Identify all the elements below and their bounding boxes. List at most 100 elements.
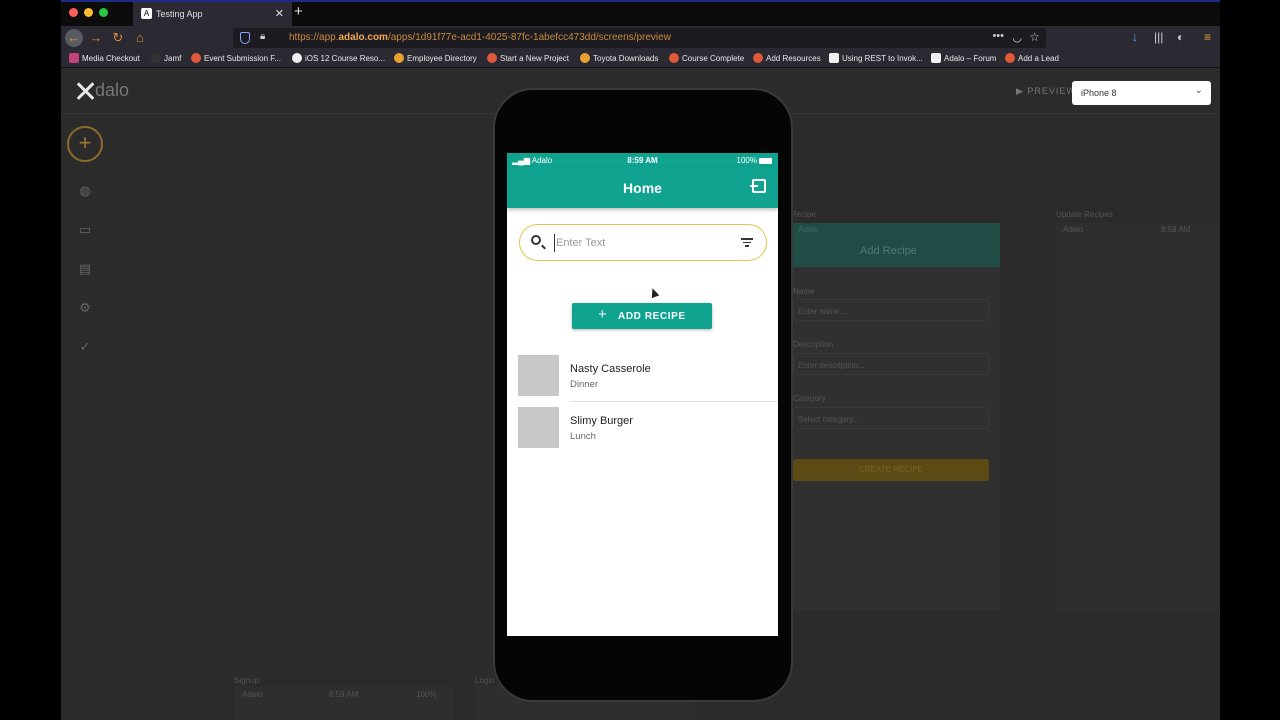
download-icon[interactable]: ↓ [1132, 30, 1138, 44]
preview-label: ▶ PREVIEW [1016, 86, 1076, 96]
recipe-category: Lunch [570, 431, 596, 442]
pocket-icon[interactable]: ◡ [1012, 31, 1022, 44]
phone-screen: ▂▄▆ Adalo 8:59 AM 100% Home + ADD RECIPE… [507, 153, 778, 636]
screen-label: Recipe [791, 210, 816, 219]
recipe-thumbnail [518, 407, 559, 448]
update-recipes-screen: Adalo 8:59 AM [1055, 223, 1220, 611]
close-window-button[interactable] [69, 8, 78, 17]
list-divider [570, 401, 778, 402]
bookmark-item[interactable]: Using REST to Invok... [829, 53, 923, 63]
search-input[interactable] [554, 234, 724, 252]
bookmark-item[interactable]: Add a Lead [1005, 53, 1059, 63]
zoom-window-button[interactable] [99, 8, 108, 17]
device-select[interactable]: iPhone 8 ⌄ [1072, 81, 1211, 105]
library-icon[interactable]: ||| [1154, 30, 1163, 44]
settings-gear-icon[interactable]: ⚙ [77, 300, 93, 316]
bookmark-favicon-icon [753, 53, 763, 63]
bookmark-item[interactable]: iOS 12 Course Reso... [292, 53, 385, 63]
bookmark-favicon-icon [669, 53, 679, 63]
page-actions-icon[interactable]: ••• [992, 30, 1004, 42]
category-field: Select category... [793, 407, 989, 429]
list-item[interactable]: Nasty Casserole Dinner [507, 355, 778, 405]
tab-strip: A Testing App ✕ + [61, 0, 1220, 26]
list-item[interactable]: Slimy Burger Lunch [507, 407, 778, 457]
recipe-name: Nasty Casserole [570, 363, 651, 375]
status-carrier: Adalo [242, 690, 263, 699]
plus-icon: + [598, 306, 608, 323]
bookmark-favicon-icon [931, 53, 941, 63]
tab-title: Testing App [156, 9, 203, 19]
close-preview-icon[interactable]: ✕ [73, 78, 98, 108]
category-label: Category [793, 394, 826, 403]
recipe-category: Dinner [570, 379, 598, 390]
bookmark-item[interactable]: Employee Directory [394, 53, 477, 63]
forward-arrow-icon[interactable]: → [87, 29, 105, 47]
database-icon[interactable]: ▤ [77, 261, 93, 277]
bookmark-item[interactable]: Start a New Project [487, 53, 569, 63]
bookmark-favicon-icon [580, 53, 590, 63]
bookmark-favicon-icon [69, 53, 79, 63]
bookmark-item[interactable]: Jamf [151, 53, 181, 63]
add-recipe-button[interactable]: + ADD RECIPE [572, 303, 712, 329]
add-recipe-button-label: ADD RECIPE [618, 311, 686, 322]
bookmark-star-icon[interactable]: ☆ [1029, 30, 1040, 44]
screen-label: Signup [234, 676, 259, 685]
bookmark-item[interactable]: Toyota Downloads [580, 53, 658, 63]
recipe-thumbnail [518, 355, 559, 396]
status-carrier: Adalo [798, 225, 819, 234]
app-bar: Home [507, 167, 778, 208]
status-time: 8:59 AM [1161, 225, 1191, 234]
minimize-window-button[interactable] [84, 8, 93, 17]
bookmark-item[interactable]: Event Submission F... [191, 53, 281, 63]
palette-icon[interactable]: ◍ [77, 183, 93, 199]
new-tab-icon[interactable]: + [294, 3, 303, 20]
chevron-down-icon: ⌄ [1194, 85, 1203, 96]
recipe-name: Slimy Burger [570, 415, 633, 427]
search-icon [531, 235, 541, 245]
status-battery: 100% [416, 690, 437, 699]
status-time: 8:59 AM [329, 690, 359, 699]
bookmark-favicon-icon [829, 53, 839, 63]
bookmark-item[interactable]: Course Complete [669, 53, 744, 63]
bookmark-item[interactable]: Add Resources [753, 53, 821, 63]
publish-check-icon[interactable]: ✓ [77, 339, 93, 355]
description-label: Description [793, 340, 834, 349]
search-bar[interactable] [519, 224, 767, 261]
status-carrier: Adalo [1063, 225, 1084, 234]
close-tab-icon[interactable]: ✕ [275, 7, 284, 20]
home-icon[interactable]: ⌂ [131, 29, 149, 47]
tracking-shield-icon[interactable] [240, 32, 250, 44]
extension-icon[interactable]: ◐ [1177, 30, 1184, 44]
create-recipe-button: CREATE RECIPE [793, 459, 989, 481]
add-recipe-title: Add Recipe [860, 245, 917, 257]
add-component-button[interactable]: + [67, 126, 103, 162]
bookmark-favicon-icon [487, 53, 497, 63]
bookmark-favicon-icon [1005, 53, 1015, 63]
tab-testing-app[interactable]: A Testing App ✕ [133, 2, 292, 26]
filter-icon[interactable] [741, 238, 753, 247]
navigation-bar: ← → ↻ ⌂ 🔒︎ https://app.adalo.com/apps/1d… [61, 26, 1220, 50]
menu-icon[interactable]: ≡ [1204, 30, 1211, 44]
status-battery: 100% [737, 156, 772, 165]
bookmarks-bar: Media Checkout Jamf Event Submission F..… [61, 50, 1220, 68]
bookmark-item[interactable]: Media Checkout [69, 53, 140, 63]
adalo-favicon-icon: A [141, 8, 152, 19]
add-recipe-screen: Adalo Add Recipe Name Enter name... Desc… [790, 223, 1000, 611]
url-text[interactable]: https://app.adalo.com/apps/1d91f77e-acd1… [289, 32, 671, 43]
bookmark-favicon-icon [394, 53, 404, 63]
bookmark-favicon-icon [292, 53, 302, 63]
device-select-value: iPhone 8 [1081, 88, 1117, 98]
bookmark-favicon-icon [191, 53, 201, 63]
screen-label: Login [475, 676, 495, 685]
screens-icon[interactable]: ▭ [77, 222, 93, 238]
reload-icon[interactable]: ↻ [109, 29, 127, 47]
bookmark-favicon-icon [151, 53, 161, 63]
screen-title: Home [623, 180, 662, 196]
battery-icon [759, 158, 772, 164]
logout-icon[interactable] [750, 179, 766, 193]
lock-icon[interactable]: 🔒︎ [260, 31, 265, 42]
bookmark-item[interactable]: Adalo – Forum [931, 53, 996, 63]
screen-label: Update Recipes [1056, 210, 1113, 219]
url-bar[interactable]: 🔒︎ https://app.adalo.com/apps/1d91f77e-a… [233, 28, 1046, 48]
back-arrow-icon[interactable]: ← [65, 29, 83, 47]
